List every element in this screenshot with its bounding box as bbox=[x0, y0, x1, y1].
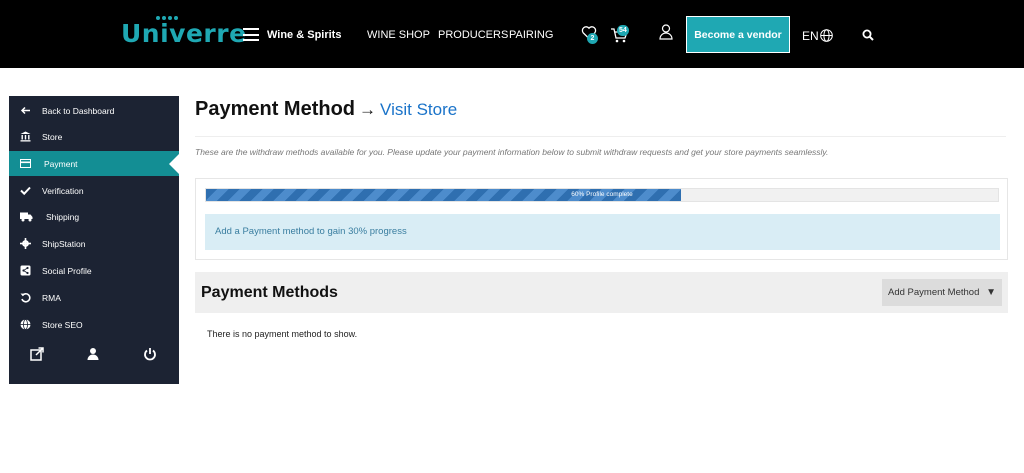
globe-icon bbox=[20, 319, 31, 330]
wine-spirits-menu[interactable]: Wine & Spirits bbox=[267, 29, 341, 41]
power-icon[interactable] bbox=[143, 347, 157, 361]
divider bbox=[195, 136, 1006, 137]
bank-icon bbox=[20, 131, 31, 142]
become-vendor-button[interactable]: Become a vendor bbox=[686, 16, 790, 53]
nav-wine-shop[interactable]: WINE SHOP bbox=[367, 29, 430, 41]
logo-text: Univerre bbox=[121, 19, 247, 48]
gear-icon bbox=[20, 238, 31, 249]
univerre-logo[interactable]: Univerre bbox=[121, 16, 247, 49]
profile-progress-panel: 60% Profile complete Add a Payment metho… bbox=[195, 178, 1008, 260]
sidebar-item-store-seo[interactable]: Store SEO bbox=[9, 312, 179, 337]
sidebar-item-label: Store SEO bbox=[42, 320, 83, 330]
sidebar-item-store[interactable]: Store bbox=[9, 124, 179, 149]
sidebar-item-shipping[interactable]: Shipping bbox=[9, 204, 179, 229]
sidebar-item-label: Back to Dashboard bbox=[42, 106, 115, 116]
arrow-right-icon: → bbox=[359, 100, 377, 119]
page-title: Payment Method bbox=[195, 98, 356, 120]
payment-methods-heading: Payment Methods bbox=[201, 284, 338, 301]
external-link-icon[interactable] bbox=[30, 347, 44, 361]
user-outline-icon bbox=[659, 24, 673, 40]
nav-pairing[interactable]: PAIRING bbox=[509, 29, 553, 41]
globe-icon[interactable] bbox=[820, 29, 833, 47]
sidebar-item-shipstation[interactable]: ShipStation bbox=[9, 231, 179, 256]
share-icon bbox=[20, 265, 31, 276]
progress-label: 60% Profile complete bbox=[571, 191, 633, 198]
wishlist-count-badge: 2 bbox=[587, 33, 598, 44]
add-payment-method-dropdown[interactable]: Add Payment Method ▼ bbox=[882, 279, 1002, 306]
dashboard-sidebar: Back to Dashboard Store Payment Verifica… bbox=[9, 96, 179, 384]
hamburger-menu-icon[interactable] bbox=[243, 28, 259, 41]
page-description: These are the withdraw methods available… bbox=[195, 147, 829, 157]
check-icon bbox=[20, 186, 31, 196]
logo-dots bbox=[156, 16, 178, 20]
nav-producers[interactable]: PRODUCERS bbox=[438, 29, 508, 41]
undo-icon bbox=[20, 293, 31, 303]
language-selector[interactable]: EN bbox=[802, 29, 819, 43]
cart-count-badge: 54 bbox=[617, 25, 629, 36]
search-icon[interactable] bbox=[862, 28, 874, 46]
sidebar-item-rma[interactable]: RMA bbox=[9, 285, 179, 310]
sidebar-item-label: Store bbox=[42, 132, 63, 142]
sidebar-item-label: ShipStation bbox=[42, 239, 86, 249]
sidebar-item-label: Payment bbox=[44, 159, 78, 169]
user-icon[interactable] bbox=[86, 347, 100, 361]
sidebar-item-label: Social Profile bbox=[42, 266, 92, 276]
visit-store-link[interactable]: Visit Store bbox=[380, 100, 457, 119]
sidebar-item-label: Shipping bbox=[46, 212, 80, 222]
sidebar-item-payment[interactable]: Payment bbox=[9, 151, 179, 176]
sidebar-item-label: Verification bbox=[42, 186, 84, 196]
sidebar-item-label: RMA bbox=[42, 293, 61, 303]
caret-down-icon: ▼ bbox=[986, 287, 996, 298]
empty-state-message: There is no payment method to show. bbox=[207, 329, 358, 339]
sidebar-item-verification[interactable]: Verification bbox=[9, 178, 179, 203]
add-payment-method-label: Add Payment Method bbox=[888, 287, 980, 298]
sidebar-item-social-profile[interactable]: Social Profile bbox=[9, 258, 179, 283]
arrow-left-icon bbox=[20, 106, 30, 115]
account-button[interactable] bbox=[659, 24, 673, 45]
sidebar-item-back-to-dashboard[interactable]: Back to Dashboard bbox=[9, 98, 179, 123]
top-navigation-bar: Univerre Wine & Spirits WINE SHOP PRODUC… bbox=[0, 0, 1024, 68]
cart-button[interactable]: 54 bbox=[610, 25, 629, 48]
profile-progress-bar: 60% Profile complete bbox=[205, 188, 999, 202]
progress-hint: Add a Payment method to gain 30% progres… bbox=[205, 214, 1000, 250]
page-heading: Payment Method → Visit Store bbox=[195, 98, 457, 121]
truck-icon bbox=[20, 212, 33, 222]
payment-methods-header: Payment Methods Add Payment Method ▼ bbox=[195, 272, 1008, 313]
credit-card-icon bbox=[20, 159, 31, 168]
language-code: EN bbox=[802, 29, 819, 43]
wishlist-button[interactable]: 2 bbox=[581, 25, 598, 45]
